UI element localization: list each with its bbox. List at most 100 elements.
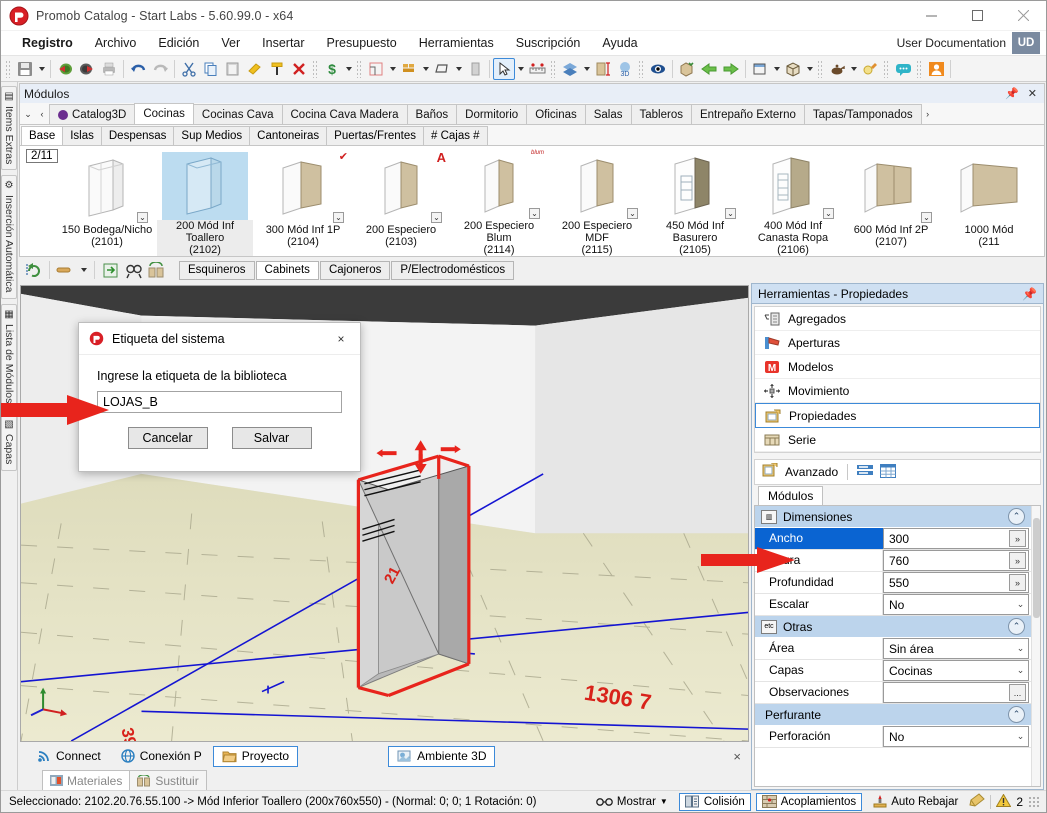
sidebar-item-items-extras[interactable]: ▤ Items Extras [1, 86, 17, 171]
tool-tab-esquineros[interactable]: Esquineros [179, 260, 255, 280]
warning-icon[interactable] [995, 793, 1012, 810]
tab-catalog3d[interactable]: Catalog3D [49, 104, 136, 124]
module-thumbnail-selected[interactable]: 200 Mód Inf Toallero (2102) [156, 146, 254, 256]
menu-registro[interactable]: Registro [11, 33, 84, 53]
box-view-icon[interactable] [749, 58, 771, 80]
sidebar-item-lista-de-modulos[interactable]: ▦ Lista de Módulos [1, 303, 17, 410]
module-thumbnail[interactable]: ⌄ 600 Mód Inf 2P (2107) [842, 146, 940, 256]
chevron-down-icon[interactable]: ⌄ [1013, 643, 1028, 654]
couplings-button[interactable]: Acoplamientos [755, 792, 863, 811]
tab-modulos[interactable]: Módulos [758, 486, 824, 505]
sidebar-item-insercion-automatica[interactable]: ⚙ Inserción Automática [1, 175, 17, 299]
thumbnail-dropdown-icon[interactable]: ⌄ [921, 212, 932, 223]
add-module-icon[interactable] [676, 58, 698, 80]
tab-cocinas[interactable]: Cocinas [134, 103, 194, 124]
select-dropdown-icon[interactable] [515, 58, 526, 80]
group-header-perfurante[interactable]: Perfurante ⌃ [755, 704, 1031, 726]
hammer-icon[interactable] [244, 58, 266, 80]
property-row-observaciones[interactable]: Observaciones ... [755, 682, 1031, 704]
thumbnail-dropdown-icon[interactable]: ⌄ [431, 212, 442, 223]
toolbar-grip[interactable] [312, 59, 319, 78]
previous-icon[interactable] [698, 58, 720, 80]
ceiling-dropdown-icon[interactable] [453, 58, 464, 80]
module-thumbnail[interactable]: A ⌄ 200 Especiero (2103) [352, 146, 450, 256]
tab-tapas-tamponados[interactable]: Tapas/Tamponados [803, 104, 922, 124]
pin-icon[interactable]: 📌 [1005, 87, 1019, 100]
save-icon[interactable] [14, 58, 36, 80]
scrollbar-thumb[interactable] [1033, 518, 1040, 618]
cube-dropdown-icon[interactable] [804, 58, 815, 80]
chevron-down-icon[interactable]: ⌄ [1013, 599, 1028, 610]
box-view-dropdown-icon[interactable] [771, 58, 782, 80]
nav-item-aperturas[interactable]: Aperturas [755, 331, 1040, 355]
tool-tab-cabinets[interactable]: Cabinets [255, 260, 319, 280]
insert-icon[interactable] [100, 260, 121, 281]
property-value-dropdown[interactable]: Cocinas ⌄ [883, 660, 1029, 681]
sidebar-item-capas[interactable]: ▧ Capas [1, 414, 17, 471]
tab-proyecto[interactable]: Proyecto [212, 745, 299, 767]
cut-icon[interactable] [178, 58, 200, 80]
tab-materiales[interactable]: Materiales [42, 770, 131, 790]
print-icon[interactable] [98, 58, 120, 80]
maximize-button[interactable] [954, 1, 1000, 31]
menu-presupuesto[interactable]: Presupuesto [316, 33, 408, 53]
subtab-sup-medios[interactable]: Sup Medios [173, 126, 251, 145]
toolbar-grip[interactable] [916, 59, 923, 78]
nav-item-modelos[interactable]: M Modelos [755, 355, 1040, 379]
viewport-close-icon[interactable]: × [733, 749, 747, 764]
render-dropdown-icon[interactable] [848, 58, 859, 80]
select-cursor-icon[interactable] [493, 57, 515, 80]
collapse-icon[interactable]: ⌃ [1008, 618, 1025, 635]
thumbnail-dropdown-icon[interactable]: ⌄ [823, 208, 834, 219]
menu-suscripcion[interactable]: Suscripción [505, 33, 592, 53]
height-icon[interactable] [592, 58, 614, 80]
next-icon[interactable] [720, 58, 742, 80]
dialog-close-icon[interactable]: × [328, 326, 354, 352]
module-thumbnail[interactable]: ⌄ 400 Mód Inf Canasta Ropa (2106) [744, 146, 842, 256]
nav-item-agregados[interactable]: Agregados [755, 307, 1040, 331]
save-dropdown-icon[interactable] [36, 58, 47, 80]
subtab-islas[interactable]: Islas [62, 126, 102, 145]
import-icon[interactable] [54, 58, 76, 80]
collapse-icon[interactable]: ⌃ [1008, 508, 1025, 525]
expand-button[interactable]: » [1009, 574, 1026, 591]
measure-icon[interactable] [526, 58, 548, 80]
paste-icon[interactable] [222, 58, 244, 80]
budget-dropdown-icon[interactable] [343, 58, 354, 80]
redo-icon[interactable] [149, 58, 171, 80]
chat-icon[interactable] [892, 58, 914, 80]
list-view-icon[interactable] [857, 464, 874, 481]
toolbar-grip[interactable] [638, 59, 645, 78]
property-row-area[interactable]: Área Sin área ⌄ [755, 638, 1031, 660]
minimize-button[interactable] [908, 1, 954, 31]
tab-sustituir[interactable]: Sustituir [129, 770, 207, 790]
menu-insertar[interactable]: Insertar [251, 33, 315, 53]
toolbar-grip[interactable] [5, 59, 12, 78]
toolbar-grip[interactable] [883, 59, 890, 78]
tab-cocinas-cava[interactable]: Cocinas Cava [192, 104, 283, 124]
property-value-field[interactable]: 760 » [883, 550, 1029, 571]
search-icon[interactable] [123, 260, 144, 281]
wall-dropdown-icon[interactable] [420, 58, 431, 80]
tab-conexion-p[interactable]: Conexión P [112, 746, 211, 767]
module-thumbnail[interactable]: blum ⌄ 200 Especiero Blum (2114) [450, 146, 548, 256]
grid-view-icon[interactable] [880, 463, 897, 481]
module-thumbnail[interactable]: 1000 Mód (211 [940, 146, 1038, 256]
thumbnail-dropdown-icon[interactable]: ⌄ [725, 208, 736, 219]
render-pot-icon[interactable] [826, 58, 848, 80]
delete-icon[interactable] [288, 58, 310, 80]
tab-entrepano-externo[interactable]: Entrepaño Externo [690, 104, 805, 124]
toolbar-grip[interactable] [817, 59, 824, 78]
property-value-field[interactable]: 300 » [883, 528, 1029, 549]
budget-icon[interactable]: $ [321, 58, 343, 80]
view3d-icon[interactable]: 3D [614, 58, 636, 80]
collapse-icon[interactable]: ⌃ [1008, 706, 1025, 723]
menu-ver[interactable]: Ver [210, 33, 251, 53]
subtab-despensas[interactable]: Despensas [100, 126, 175, 145]
collision-button[interactable]: Colisión [678, 792, 751, 811]
replace-module-icon[interactable] [146, 260, 167, 281]
tab-salas[interactable]: Salas [584, 104, 632, 124]
subtab-base[interactable]: Base [21, 126, 64, 145]
layers-dropdown-icon[interactable] [581, 58, 592, 80]
menu-herramientas[interactable]: Herramientas [408, 33, 505, 53]
